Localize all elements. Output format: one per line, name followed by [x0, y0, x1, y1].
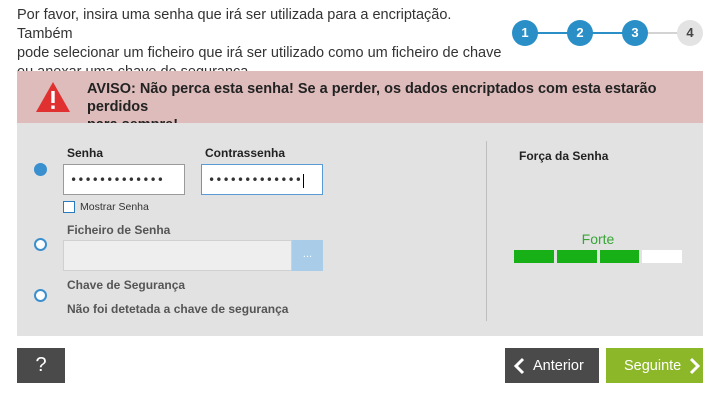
chevron-right-icon [690, 357, 701, 374]
show-password-checkbox[interactable] [63, 201, 75, 213]
password-value: ••••••••••••• [70, 173, 164, 187]
text-caret [302, 173, 304, 188]
step-indicator: 1 2 3 4 [512, 20, 708, 46]
step-3-current: 3 [622, 20, 648, 46]
strength-segment [514, 250, 554, 263]
confirm-password-label: Contrassenha [205, 146, 286, 160]
step-2: 2 [567, 20, 593, 46]
keyfile-label: Ficheiro de Senha [67, 223, 171, 237]
encryption-options-panel: Senha ••••••••••••• Contrassenha •••••••… [17, 123, 703, 336]
password-input[interactable]: ••••••••••••• [63, 164, 185, 195]
strength-segment [642, 250, 682, 263]
warning-line: AVISO: Não perca esta senha! Se a perder… [87, 81, 657, 115]
next-button[interactable]: Seguinte [606, 348, 703, 383]
keyfile-input[interactable] [63, 240, 292, 271]
keyfile-radio[interactable] [34, 238, 47, 251]
previous-button-label: Anterior [533, 357, 584, 374]
step-1: 1 [512, 20, 538, 46]
security-key-radio[interactable] [34, 289, 47, 302]
password-label: Senha [67, 146, 104, 160]
instructions-line: pode selecionar um ficheiro que irá ser … [17, 45, 502, 61]
warning-icon [36, 82, 70, 112]
confirm-password-input[interactable]: ••••••••••••• [201, 164, 323, 195]
instructions-line: Por favor, insira uma senha que irá ser … [17, 7, 452, 42]
security-key-status: Não foi detetada a chave de segurança [67, 302, 289, 316]
previous-button[interactable]: Anterior [505, 348, 599, 383]
warning-banner: AVISO: Não perca esta senha! Se a perder… [17, 71, 703, 133]
password-radio[interactable] [34, 163, 47, 176]
panel-divider [486, 141, 487, 321]
step-4: 4 [677, 20, 703, 46]
help-button[interactable]: ? [17, 348, 65, 383]
chevron-left-icon [513, 357, 525, 374]
security-key-label: Chave de Segurança [67, 278, 186, 292]
next-button-label: Seguinte [624, 357, 682, 374]
confirm-password-value: ••••••••••••• [208, 173, 302, 187]
password-strength-meter [514, 250, 682, 263]
show-password-label[interactable]: Mostrar Senha [80, 201, 149, 213]
password-strength-value: Forte [581, 231, 615, 247]
password-strength-title: Força da Senha [519, 149, 609, 163]
browse-keyfile-button[interactable]: ... [292, 240, 323, 271]
strength-segment [599, 250, 640, 263]
strength-segment [556, 250, 597, 263]
